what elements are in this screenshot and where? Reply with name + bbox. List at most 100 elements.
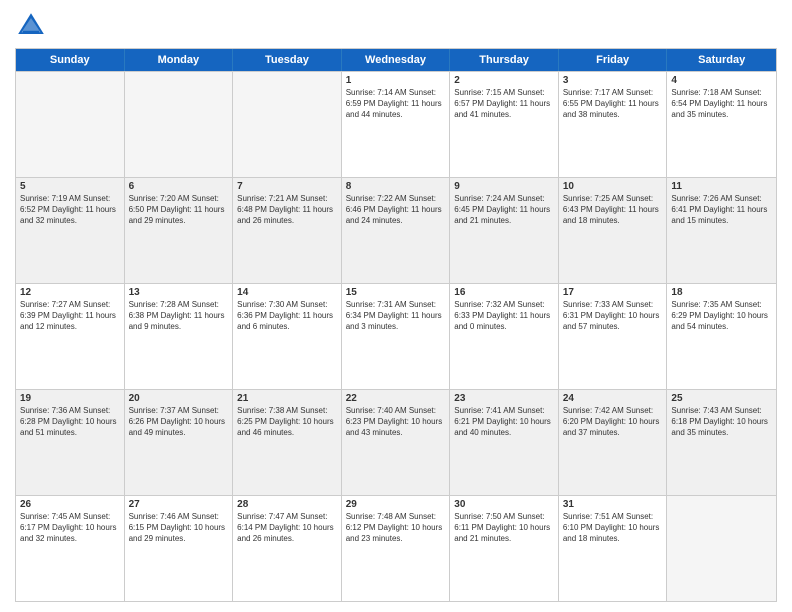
weekday-header-tuesday: Tuesday (233, 49, 342, 71)
day-info-16: Sunrise: 7:32 AM Sunset: 6:33 PM Dayligh… (454, 300, 554, 332)
day-info-11: Sunrise: 7:26 AM Sunset: 6:41 PM Dayligh… (671, 194, 772, 226)
day-info-15: Sunrise: 7:31 AM Sunset: 6:34 PM Dayligh… (346, 300, 446, 332)
day-number-12: 12 (20, 287, 120, 298)
day-info-22: Sunrise: 7:40 AM Sunset: 6:23 PM Dayligh… (346, 406, 446, 438)
day-cell-27: 27 Sunrise: 7:46 AM Sunset: 6:15 PM Dayli… (125, 496, 234, 601)
day-cell-20: 20Sunrise: 7:37 AM Sunset: 6:26 PM Dayli… (125, 390, 234, 495)
empty-cell (16, 72, 125, 177)
day-number-10: 10 (563, 181, 663, 192)
day-number-27: 27 (129, 499, 229, 510)
day-info-6: Sunrise: 7:20 AM Sunset: 6:50 PM Dayligh… (129, 194, 229, 226)
day-number-8: 8 (346, 181, 446, 192)
day-cell-23: 23 Sunrise: 7:41 AM Sunset: 6:21 PM Dayli… (450, 390, 559, 495)
day-number-16: 16 (454, 287, 554, 298)
day-number-7: 7 (237, 181, 337, 192)
calendar-week-5: 26Sunrise: 7:45 AM Sunset: 6:17 PM Dayli… (16, 495, 776, 601)
day-cell-1: 1 Sunrise: 7:14 AM Sunset: 6:59 PM Daylig… (342, 72, 451, 177)
day-info-27: Sunrise: 7:46 AM Sunset: 6:15 PM Dayligh… (129, 512, 229, 544)
day-number-2: 2 (454, 75, 554, 86)
day-info-13: Sunrise: 7:28 AM Sunset: 6:38 PM Dayligh… (129, 300, 229, 332)
day-info-28: Sunrise: 7:47 AM Sunset: 6:14 PM Dayligh… (237, 512, 337, 544)
calendar-week-1: 1 Sunrise: 7:14 AM Sunset: 6:59 PM Daylig… (16, 71, 776, 177)
day-cell-28: 28 Sunrise: 7:47 AM Sunset: 6:14 PM Dayli… (233, 496, 342, 601)
day-cell-18: 18Sunrise: 7:35 AM Sunset: 6:29 PM Dayli… (667, 284, 776, 389)
day-info-14: Sunrise: 7:30 AM Sunset: 6:36 PM Dayligh… (237, 300, 337, 332)
day-info-17: Sunrise: 7:33 AM Sunset: 6:31 PM Dayligh… (563, 300, 663, 332)
day-cell-3: 3 Sunrise: 7:17 AM Sunset: 6:55 PM Daylig… (559, 72, 668, 177)
day-info-10: Sunrise: 7:25 AM Sunset: 6:43 PM Dayligh… (563, 194, 663, 226)
day-cell-11: 11 Sunrise: 7:26 AM Sunset: 6:41 PM Dayli… (667, 178, 776, 283)
day-info-31: Sunrise: 7:51 AM Sunset: 6:10 PM Dayligh… (563, 512, 663, 544)
day-info-1: Sunrise: 7:14 AM Sunset: 6:59 PM Dayligh… (346, 88, 446, 120)
day-number-3: 3 (563, 75, 663, 86)
day-cell-30: 30 Sunrise: 7:50 AM Sunset: 6:11 PM Dayli… (450, 496, 559, 601)
weekday-header-friday: Friday (559, 49, 668, 71)
day-cell-25: 25 Sunrise: 7:43 AM Sunset: 6:18 PM Dayli… (667, 390, 776, 495)
day-cell-17: 17 Sunrise: 7:33 AM Sunset: 6:31 PM Dayli… (559, 284, 668, 389)
day-info-4: Sunrise: 7:18 AM Sunset: 6:54 PM Dayligh… (671, 88, 772, 120)
day-info-30: Sunrise: 7:50 AM Sunset: 6:11 PM Dayligh… (454, 512, 554, 544)
day-number-9: 9 (454, 181, 554, 192)
logo-icon (15, 10, 47, 42)
weekday-header-sunday: Sunday (16, 49, 125, 71)
calendar-week-3: 12 Sunrise: 7:27 AM Sunset: 6:39 PM Dayli… (16, 283, 776, 389)
day-info-7: Sunrise: 7:21 AM Sunset: 6:48 PM Dayligh… (237, 194, 337, 226)
day-info-12: Sunrise: 7:27 AM Sunset: 6:39 PM Dayligh… (20, 300, 120, 332)
day-info-23: Sunrise: 7:41 AM Sunset: 6:21 PM Dayligh… (454, 406, 554, 438)
day-cell-6: 6 Sunrise: 7:20 AM Sunset: 6:50 PM Daylig… (125, 178, 234, 283)
header (15, 10, 777, 42)
day-number-4: 4 (671, 75, 772, 86)
day-number-11: 11 (671, 181, 772, 192)
day-number-5: 5 (20, 181, 120, 192)
day-number-30: 30 (454, 499, 554, 510)
day-cell-5: 5 Sunrise: 7:19 AM Sunset: 6:52 PM Daylig… (16, 178, 125, 283)
day-cell-12: 12 Sunrise: 7:27 AM Sunset: 6:39 PM Dayli… (16, 284, 125, 389)
weekday-header-wednesday: Wednesday (342, 49, 451, 71)
day-cell-7: 7 Sunrise: 7:21 AM Sunset: 6:48 PM Daylig… (233, 178, 342, 283)
day-number-6: 6 (129, 181, 229, 192)
weekday-header-thursday: Thursday (450, 49, 559, 71)
calendar-week-2: 5 Sunrise: 7:19 AM Sunset: 6:52 PM Daylig… (16, 177, 776, 283)
day-number-1: 1 (346, 75, 446, 86)
day-number-31: 31 (563, 499, 663, 510)
day-number-15: 15 (346, 287, 446, 298)
empty-cell (667, 496, 776, 601)
day-info-8: Sunrise: 7:22 AM Sunset: 6:46 PM Dayligh… (346, 194, 446, 226)
day-info-25: Sunrise: 7:43 AM Sunset: 6:18 PM Dayligh… (671, 406, 772, 438)
day-info-2: Sunrise: 7:15 AM Sunset: 6:57 PM Dayligh… (454, 88, 554, 120)
day-info-18: Sunrise: 7:35 AM Sunset: 6:29 PM Dayligh… (671, 300, 772, 332)
day-info-5: Sunrise: 7:19 AM Sunset: 6:52 PM Dayligh… (20, 194, 120, 226)
day-cell-9: 9 Sunrise: 7:24 AM Sunset: 6:45 PM Daylig… (450, 178, 559, 283)
empty-cell (125, 72, 234, 177)
day-cell-29: 29 Sunrise: 7:48 AM Sunset: 6:12 PM Dayli… (342, 496, 451, 601)
day-number-29: 29 (346, 499, 446, 510)
day-cell-24: 24 Sunrise: 7:42 AM Sunset: 6:20 PM Dayli… (559, 390, 668, 495)
day-cell-13: 13 Sunrise: 7:28 AM Sunset: 6:38 PM Dayli… (125, 284, 234, 389)
day-info-24: Sunrise: 7:42 AM Sunset: 6:20 PM Dayligh… (563, 406, 663, 438)
day-cell-31: 31 Sunrise: 7:51 AM Sunset: 6:10 PM Dayli… (559, 496, 668, 601)
day-number-13: 13 (129, 287, 229, 298)
weekday-header-monday: Monday (125, 49, 234, 71)
day-number-25: 25 (671, 393, 772, 404)
calendar-week-4: 19 Sunrise: 7:36 AM Sunset: 6:28 PM Dayli… (16, 389, 776, 495)
day-info-26: Sunrise: 7:45 AM Sunset: 6:17 PM Dayligh… (20, 512, 120, 544)
logo (15, 10, 51, 42)
day-cell-16: 16 Sunrise: 7:32 AM Sunset: 6:33 PM Dayli… (450, 284, 559, 389)
day-info-21: Sunrise: 7:38 AM Sunset: 6:25 PM Dayligh… (237, 406, 337, 438)
day-number-14: 14 (237, 287, 337, 298)
weekday-header-saturday: Saturday (667, 49, 776, 71)
day-number-28: 28 (237, 499, 337, 510)
day-info-19: Sunrise: 7:36 AM Sunset: 6:28 PM Dayligh… (20, 406, 120, 438)
day-number-23: 23 (454, 393, 554, 404)
day-info-29: Sunrise: 7:48 AM Sunset: 6:12 PM Dayligh… (346, 512, 446, 544)
day-cell-26: 26Sunrise: 7:45 AM Sunset: 6:17 PM Dayli… (16, 496, 125, 601)
day-number-24: 24 (563, 393, 663, 404)
day-info-9: Sunrise: 7:24 AM Sunset: 6:45 PM Dayligh… (454, 194, 554, 226)
day-number-17: 17 (563, 287, 663, 298)
day-info-20: Sunrise: 7:37 AM Sunset: 6:26 PM Dayligh… (129, 406, 229, 438)
day-cell-19: 19 Sunrise: 7:36 AM Sunset: 6:28 PM Dayli… (16, 390, 125, 495)
day-info-3: Sunrise: 7:17 AM Sunset: 6:55 PM Dayligh… (563, 88, 663, 120)
day-number-21: 21 (237, 393, 337, 404)
day-number-19: 19 (20, 393, 120, 404)
day-cell-21: 21 Sunrise: 7:38 AM Sunset: 6:25 PM Dayli… (233, 390, 342, 495)
